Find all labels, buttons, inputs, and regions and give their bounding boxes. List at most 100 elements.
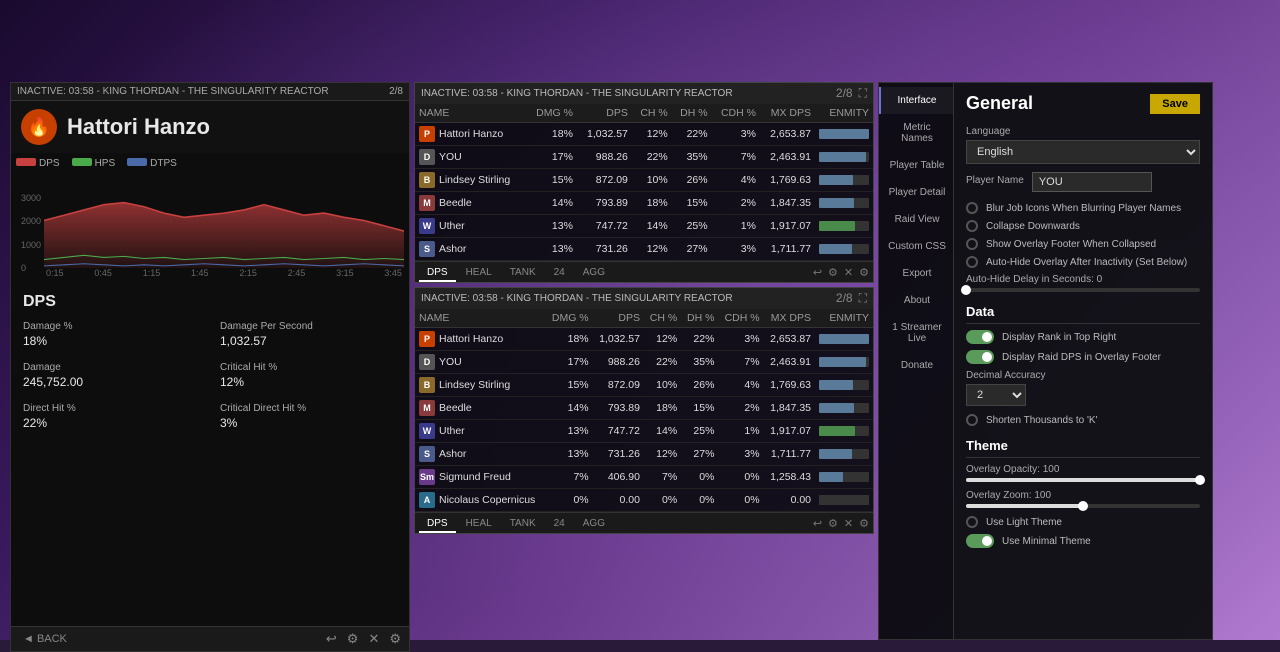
table-row[interactable]: DYOU17%988.2622%35%7%2,463.91 xyxy=(415,351,873,374)
gear2-icon-bot[interactable]: ⚙ xyxy=(859,517,869,530)
shorten-thousands-radio[interactable] xyxy=(966,414,978,426)
collapse-down-radio[interactable] xyxy=(966,220,978,232)
raid-dps-footer-toggle[interactable] xyxy=(966,350,994,364)
table-row[interactable]: PHattori Hanzo18%1,032.5712%22%3%2,653.8… xyxy=(415,123,873,146)
tab-24-bot[interactable]: 24 xyxy=(546,516,573,533)
cdh-pct-cell: 1% xyxy=(712,215,760,238)
dh-pct-cell: 27% xyxy=(672,238,712,261)
expand-icon[interactable]: ⛶ xyxy=(859,86,867,101)
settings-icon-bot[interactable]: ⚙ xyxy=(828,517,838,530)
decimal-select[interactable]: 2 0 1 3 xyxy=(966,384,1026,406)
sidebar-item-donate[interactable]: Donate xyxy=(879,352,953,379)
bar-fill xyxy=(819,152,866,162)
bar-fill xyxy=(819,175,853,185)
settings-icon-top[interactable]: ⚙ xyxy=(828,266,838,279)
dps-cell: 988.26 xyxy=(593,351,644,374)
mxdps-cell: 1,769.63 xyxy=(760,169,815,192)
player-name-input[interactable] xyxy=(1032,172,1152,192)
light-theme-label: Use Light Theme xyxy=(986,517,1200,528)
tab-dps-bot[interactable]: DPS xyxy=(419,516,456,533)
close-icon[interactable]: ✕ xyxy=(368,631,379,647)
table-row[interactable]: WUther13%747.7214%25%1%1,917.07 xyxy=(415,420,873,443)
overlay-opacity-slider[interactable] xyxy=(966,478,1200,482)
table-row[interactable]: SAshor13%731.2612%27%3%1,711.77 xyxy=(415,443,873,466)
table-row[interactable]: BLindsey Stirling15%872.0910%26%4%1,769.… xyxy=(415,374,873,397)
close-icon-bot[interactable]: ✕ xyxy=(844,517,853,530)
tab-heal-top[interactable]: HEAL xyxy=(458,265,500,282)
close-icon-top[interactable]: ✕ xyxy=(844,266,853,279)
save-button[interactable]: Save xyxy=(1150,94,1200,114)
col-dh-b: DH % xyxy=(681,309,718,328)
stats-title: DPS xyxy=(23,293,397,311)
job-icon: B xyxy=(419,172,435,188)
col-cdh-b: CDH % xyxy=(718,309,763,328)
stat-crit: Critical Hit % 12% xyxy=(220,362,397,389)
rank-top-right-toggle[interactable] xyxy=(966,330,994,344)
stat-cdh-val: 3% xyxy=(220,416,237,430)
tab-agg-top[interactable]: AGG xyxy=(575,265,613,282)
table-row[interactable]: BLindsey Stirling15%872.0910%26%4%1,769.… xyxy=(415,169,873,192)
sidebar-item-metric-names[interactable]: Metric Names xyxy=(879,114,953,152)
reset-icon[interactable]: ↩ xyxy=(326,631,337,647)
sidebar-item-custom-css[interactable]: Custom CSS xyxy=(879,233,953,260)
overlay-zoom-slider[interactable] xyxy=(966,504,1200,508)
data-section-title: Data xyxy=(966,304,1200,324)
tab-tank-bot[interactable]: TANK xyxy=(502,516,544,533)
top-table-header-row: NAME DMG % DPS CH % DH % CDH % MX DPS EN… xyxy=(415,104,873,123)
tab-dps-top[interactable]: DPS xyxy=(419,265,456,282)
player-name-cell: MBeedle xyxy=(415,192,527,214)
language-select[interactable]: English xyxy=(966,140,1200,164)
sidebar-item-streamer[interactable]: 1 Streamer Live xyxy=(879,314,953,352)
tab-heal-bot[interactable]: HEAL xyxy=(458,516,500,533)
player-name-display: Hattori Hanzo xyxy=(67,114,210,140)
dmg-pct-cell: 0% xyxy=(546,489,593,512)
sidebar-item-export[interactable]: Export xyxy=(879,260,953,287)
show-footer-radio[interactable] xyxy=(966,238,978,250)
gear-icon[interactable]: ⚙ xyxy=(389,631,401,647)
table-row[interactable]: MBeedle14%793.8918%15%2%1,847.35 xyxy=(415,397,873,420)
tab-24-top[interactable]: 24 xyxy=(546,265,573,282)
reset-icon-top[interactable]: ↩ xyxy=(813,266,822,279)
auto-hide-radio[interactable] xyxy=(966,256,978,268)
col-ch-b: CH % xyxy=(644,309,681,328)
decimal-accuracy-label: Decimal Accuracy xyxy=(966,370,1200,381)
dps-cell: 793.89 xyxy=(577,192,632,215)
decimal-row: 2 0 1 3 xyxy=(966,384,1200,406)
dh-pct-cell: 0% xyxy=(681,466,718,489)
table-row[interactable]: SmSigmund Freud7%406.907%0%0%1,258.43 xyxy=(415,466,873,489)
sidebar-item-raid-view[interactable]: Raid View xyxy=(879,206,953,233)
settings-icon[interactable]: ⚙ xyxy=(347,631,359,647)
mxdps-cell: 1,769.63 xyxy=(764,374,815,397)
stat-damage-pct-label: Damage % xyxy=(23,321,200,332)
dps-chart xyxy=(44,173,404,268)
reset-icon-bot[interactable]: ↩ xyxy=(813,517,822,530)
table-row[interactable]: ANicolaus Copernicus0%0.000%0%0%0.00 xyxy=(415,489,873,512)
tab-agg-bot[interactable]: AGG xyxy=(575,516,613,533)
gear2-icon-top[interactable]: ⚙ xyxy=(859,266,869,279)
enmity-bar-cell xyxy=(815,123,873,146)
minimal-theme-toggle[interactable] xyxy=(966,534,994,548)
table-row[interactable]: SAshor13%731.2612%27%3%1,711.77 xyxy=(415,238,873,261)
ch-pct-cell: 18% xyxy=(644,397,681,420)
cdh-pct-cell: 4% xyxy=(718,374,763,397)
job-icon: M xyxy=(419,195,435,211)
blur-icons-radio[interactable] xyxy=(966,202,978,214)
dmg-pct-cell: 14% xyxy=(546,397,593,420)
table-row[interactable]: PHattori Hanzo18%1,032.5712%22%3%2,653.8… xyxy=(415,328,873,351)
ch-pct-cell: 10% xyxy=(632,169,672,192)
light-theme-radio[interactable] xyxy=(966,516,978,528)
sidebar-item-about[interactable]: About xyxy=(879,287,953,314)
player-name-cell: ANicolaus Copernicus xyxy=(415,489,546,511)
sidebar-item-player-table[interactable]: Player Table xyxy=(879,152,953,179)
auto-hide-slider[interactable] xyxy=(966,288,1200,292)
expand-icon-bottom[interactable]: ⛶ xyxy=(859,291,867,306)
sidebar-item-player-detail[interactable]: Player Detail xyxy=(879,179,953,206)
table-row[interactable]: DYOU17%988.2622%35%7%2,463.91 xyxy=(415,146,873,169)
cdh-pct-cell: 4% xyxy=(712,169,760,192)
sidebar-item-interface[interactable]: Interface xyxy=(879,87,953,114)
table-row[interactable]: MBeedle14%793.8918%15%2%1,847.35 xyxy=(415,192,873,215)
table-row[interactable]: WUther13%747.7214%25%1%1,917.07 xyxy=(415,215,873,238)
bottom-tab-bar: DPS HEAL TANK 24 AGG ↩ ⚙ ✕ ⚙ xyxy=(415,512,873,533)
tab-tank-top[interactable]: TANK xyxy=(502,265,544,282)
back-button[interactable]: ◄ BACK xyxy=(19,631,71,647)
